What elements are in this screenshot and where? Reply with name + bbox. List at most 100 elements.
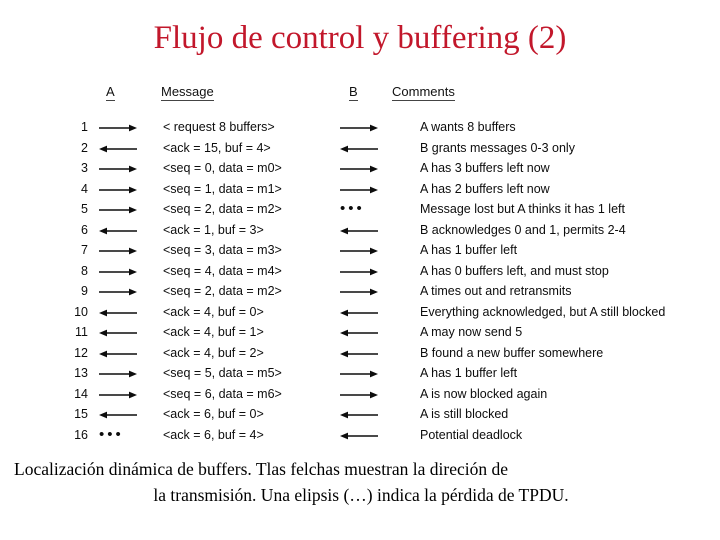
row-number: 5 (81, 202, 88, 216)
row-message: <ack = 4, buf = 0> (163, 304, 264, 319)
row-number: 8 (81, 263, 88, 278)
row-comment: B grants messages 0-3 only (420, 140, 575, 155)
arrow-left-b (340, 425, 380, 445)
row-number: 4 (81, 181, 88, 196)
row-message: <seq = 5, data = m5> (163, 366, 282, 380)
arrow-right-b (340, 117, 380, 137)
arrow-left-a (99, 302, 139, 322)
row-message: <seq = 2, data = m2> (163, 284, 282, 298)
row-number: 10 (74, 304, 88, 319)
arrow-right-a (99, 384, 139, 404)
row-number: 15 (74, 407, 88, 421)
row-comment: Everything acknowledged, but A still blo… (420, 304, 666, 319)
arrow-left-b (340, 138, 380, 158)
row-message: <ack = 4, buf = 2> (163, 345, 264, 360)
arrow-left-b (340, 302, 380, 322)
table-row: 16 ••• <ack = 6, buf = 4> Potential deadloc… (0, 425, 720, 445)
row-number: 2 (81, 140, 88, 155)
row-number: 14 (74, 386, 88, 401)
arrow-right-a (99, 281, 139, 301)
arrow-left-b (340, 322, 380, 342)
arrow-right-a (99, 199, 139, 219)
table-row: 13 <seq = 5, data = m5> A has 1 buffer lef… (0, 363, 720, 383)
slide-caption: Localización dinámica de buffers. Tlas f… (14, 456, 708, 508)
row-number: 12 (74, 345, 88, 360)
table-row: 5 <seq = 2, data = m2> ••• Message lost but… (0, 199, 720, 219)
row-comment: B acknowledges 0 and 1, permits 2-4 (420, 222, 626, 237)
row-comment: Message lost but A thinks it has 1 left (420, 202, 625, 216)
column-header-a: A (106, 84, 115, 101)
arrow-right-b (340, 281, 380, 301)
column-header-comments: Comments (392, 84, 455, 101)
row-number: 3 (81, 161, 88, 175)
arrow-right-a (99, 240, 139, 260)
row-message: <ack = 15, buf = 4> (163, 140, 271, 155)
arrow-right-b (340, 179, 380, 199)
row-comment: A has 2 buffers left now (420, 181, 550, 196)
caption-line-2: la transmisión. Una elipsis (…) indica l… (153, 485, 569, 505)
arrow-right-a (99, 117, 139, 137)
row-comment: A has 1 buffer left (420, 366, 518, 380)
row-comment: B found a new buffer somewhere (420, 345, 604, 360)
table-row: 4 <seq = 1, data = m1> A has 2 buffers lef… (0, 179, 720, 199)
table-row: 12 <ack = 4, buf = 2> B found a new buffer… (0, 343, 720, 363)
table-row: 15 <ack = 6, buf = 0> A is still blocked (0, 404, 720, 424)
loss-ellipsis-b: ••• (340, 200, 365, 217)
row-number: 7 (81, 243, 88, 257)
arrow-left-a (99, 322, 139, 342)
row-number: 11 (75, 325, 88, 339)
arrow-left-b (340, 343, 380, 363)
arrow-right-b (340, 261, 380, 281)
row-comment: A may now send 5 (420, 325, 523, 339)
table-row: 7 <seq = 3, data = m3> A has 1 buffer left (0, 240, 720, 260)
arrow-right-b (340, 158, 380, 178)
table-row: 1 < request 8 buffers> A wants 8 buffers (0, 117, 720, 137)
arrow-left-b (340, 404, 380, 424)
row-message: <seq = 0, data = m0> (163, 161, 282, 175)
arrow-right-b (340, 363, 380, 383)
arrow-left-b (340, 220, 380, 240)
row-comment: A wants 8 buffers (420, 120, 516, 134)
table-row: 3 <seq = 0, data = m0> A has 3 buffers lef… (0, 158, 720, 178)
row-message: <seq = 1, data = m1> (163, 181, 282, 196)
arrow-right-a (99, 363, 139, 383)
row-number: 1 (81, 120, 88, 134)
table-row: 11 <ack = 4, buf = 1> A may now send 5 (0, 322, 720, 342)
row-comment: Potential deadlock (420, 427, 523, 442)
row-message: <seq = 2, data = m2> (163, 202, 282, 216)
row-message: <seq = 4, data = m4> (163, 263, 282, 278)
arrow-right-a (99, 179, 139, 199)
row-comment: A is still blocked (420, 407, 509, 421)
row-number: 9 (81, 284, 88, 298)
loss-ellipsis-a: ••• (99, 425, 124, 443)
arrow-right-b (340, 384, 380, 404)
caption-line-1: Localización dinámica de buffers. Tlas f… (14, 459, 509, 479)
row-number: 16 (74, 427, 88, 442)
row-comment: A has 0 buffers left, and must stop (420, 263, 609, 278)
row-message: <ack = 6, buf = 4> (163, 427, 264, 442)
arrow-left-a (99, 404, 139, 424)
row-message: <ack = 4, buf = 1> (163, 325, 264, 339)
row-message: <seq = 6, data = m6> (163, 386, 282, 401)
row-message: < request 8 buffers> (163, 120, 275, 134)
arrow-right-b (340, 240, 380, 260)
row-comment: A is now blocked again (420, 386, 548, 401)
table-row: 6 <ack = 1, buf = 3> B acknowledges 0 and … (0, 220, 720, 240)
column-header-message: Message (161, 84, 214, 101)
table-row: 8 <seq = 4, data = m4> A has 0 buffers lef… (0, 261, 720, 281)
arrow-right-a (99, 158, 139, 178)
table-row: 9 <seq = 2, data = m2> A times out and ret… (0, 281, 720, 301)
arrow-left-a (99, 220, 139, 240)
arrow-left-a (99, 343, 139, 363)
protocol-trace-figure: A Message B Comments 1 < request 8 buffer… (0, 78, 720, 446)
row-comment: A has 1 buffer left (420, 243, 518, 257)
row-message: <seq = 3, data = m3> (163, 243, 282, 257)
page-title: Flujo de control y buffering (2) (153, 20, 567, 56)
table-row: 14 <seq = 6, data = m6> A is now blocked a… (0, 384, 720, 404)
column-header-b: B (349, 84, 358, 101)
row-number: 6 (81, 222, 88, 237)
table-row: 2 <ack = 15, buf = 4> B grants messages 0-… (0, 138, 720, 158)
row-number: 13 (74, 366, 88, 380)
row-message: <ack = 6, buf = 0> (163, 407, 264, 421)
table-row: 10 <ack = 4, buf = 0> Everything acknowled… (0, 302, 720, 322)
